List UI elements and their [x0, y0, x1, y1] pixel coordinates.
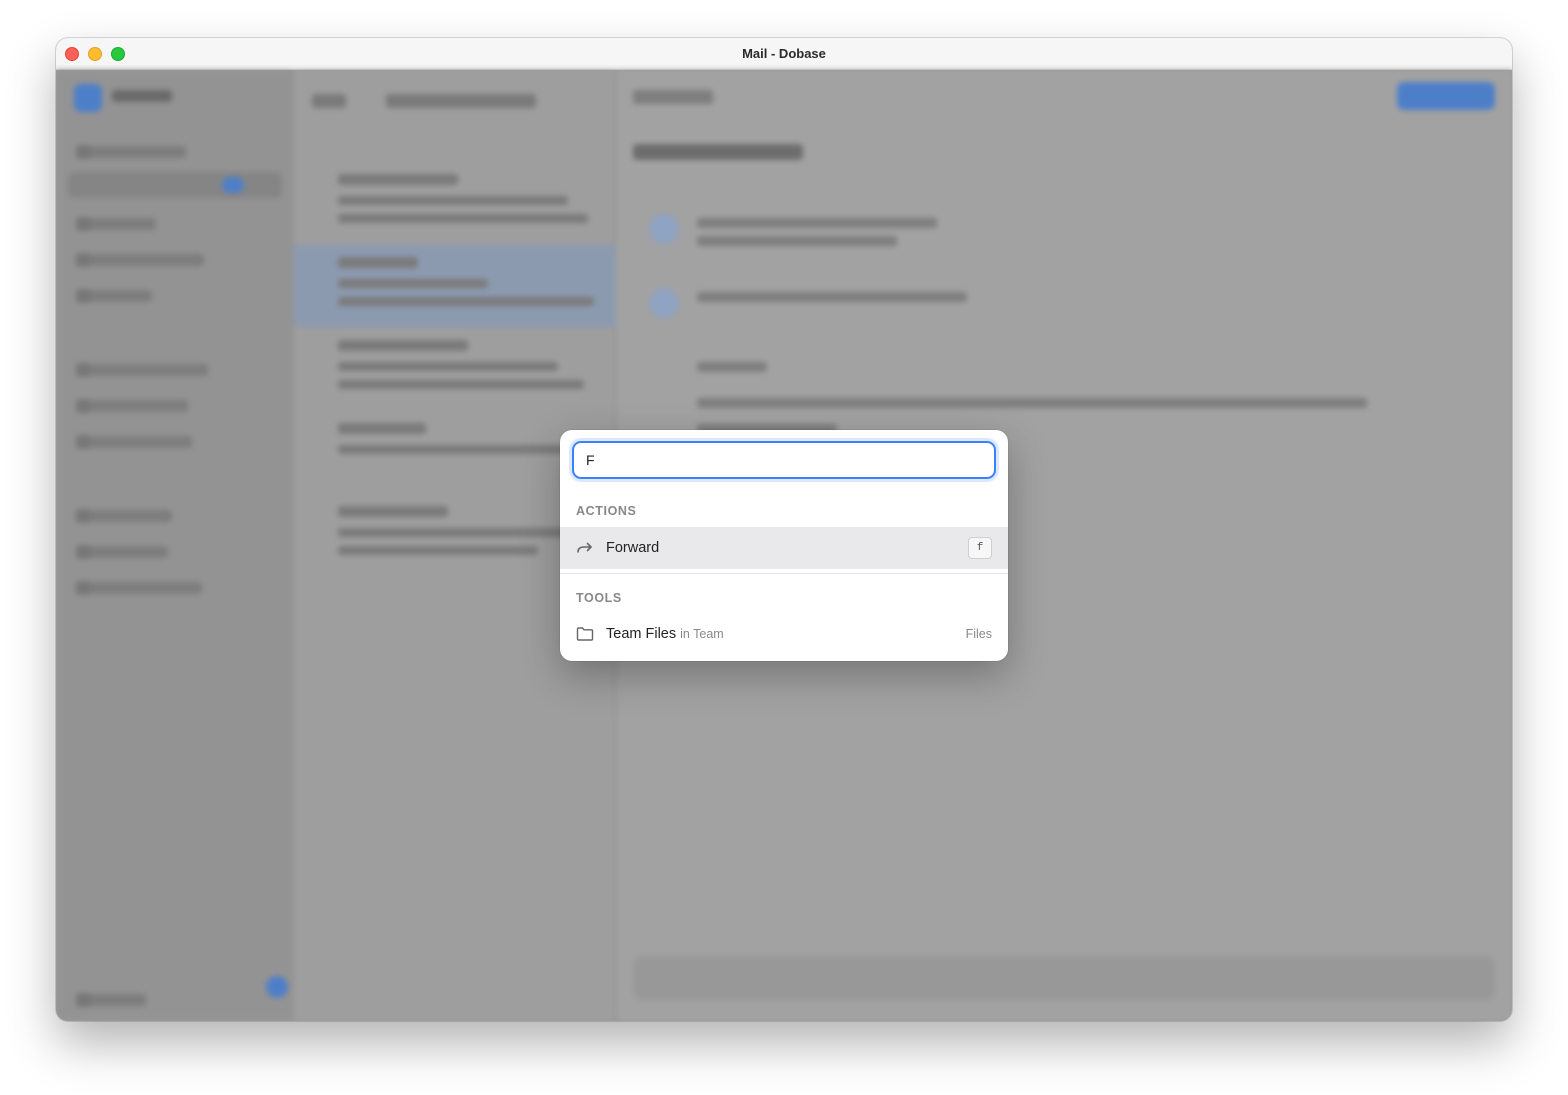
- sidebar-item: [76, 545, 168, 559]
- window-title: Mail - Dobase: [742, 46, 826, 61]
- section-divider: [560, 573, 1008, 574]
- sender-placeholder: [697, 218, 937, 228]
- close-window-button[interactable]: [65, 47, 79, 61]
- maximize-window-button[interactable]: [111, 47, 125, 61]
- shortcut-key: f: [968, 537, 992, 559]
- forward-arrow-icon: [576, 539, 594, 557]
- subject-placeholder: [633, 144, 803, 160]
- minimize-window-button[interactable]: [88, 47, 102, 61]
- sender-placeholder: [697, 236, 897, 246]
- avatar: [649, 214, 679, 244]
- list-item-selected: [294, 245, 616, 327]
- folder-icon: [576, 625, 594, 643]
- sidebar-item: [76, 145, 186, 159]
- sidebar-item-active: [68, 172, 282, 198]
- workspace-logo: [74, 84, 102, 112]
- sender-placeholder: [697, 292, 967, 302]
- section-label-tools: TOOLS: [576, 591, 622, 605]
- command-palette: ACTIONS Forward f TOOLS Team Files in Te: [560, 430, 1008, 661]
- command-search-input[interactable]: [572, 441, 996, 479]
- list-item: [294, 328, 616, 410]
- toolbar-placeholder: [633, 90, 713, 104]
- sidebar: [56, 70, 293, 1021]
- workspace-name: [112, 90, 172, 102]
- list-item: [294, 162, 616, 244]
- sidebar-item: [76, 993, 146, 1007]
- palette-item-context: in Team: [680, 627, 724, 641]
- avatar: [649, 288, 679, 318]
- list-search: [386, 94, 536, 108]
- title-bar: Mail - Dobase: [56, 38, 1512, 70]
- sidebar-item: [76, 253, 204, 267]
- list-header: [312, 94, 346, 108]
- status-dot: [266, 976, 288, 998]
- body-placeholder: [697, 398, 1367, 408]
- section-label-actions: ACTIONS: [576, 504, 637, 518]
- sidebar-item: [76, 399, 188, 413]
- unread-badge: [222, 177, 244, 193]
- primary-button-placeholder: [1397, 82, 1495, 110]
- palette-item-label: Team Files in Team: [606, 626, 724, 642]
- compose-placeholder: [633, 956, 1495, 1000]
- palette-item-team-files[interactable]: Team Files in Team Files: [560, 613, 1008, 655]
- sidebar-item: [76, 509, 172, 523]
- palette-item-hint: Files: [965, 627, 992, 641]
- app-window: Mail - Dobase F ACTIONS Forward f TOOLS …: [56, 38, 1512, 1021]
- sidebar-item: [76, 289, 152, 303]
- sidebar-item: [76, 435, 192, 449]
- palette-item-label: Forward: [606, 540, 660, 556]
- body-placeholder: [697, 362, 767, 372]
- sidebar-item: [76, 581, 202, 595]
- sidebar-item: [76, 217, 156, 231]
- sidebar-item: [76, 363, 208, 377]
- palette-item-title: Team Files: [606, 626, 677, 642]
- palette-item-forward[interactable]: Forward f: [560, 527, 1008, 569]
